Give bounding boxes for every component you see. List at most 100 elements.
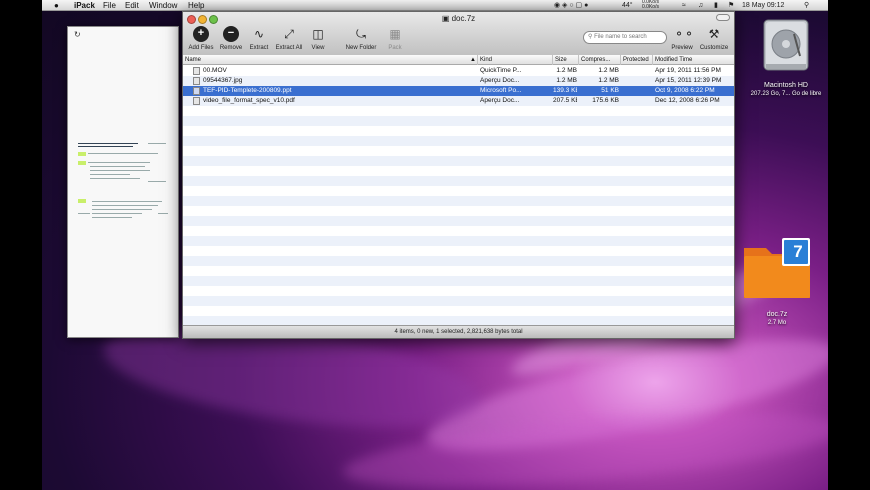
view-button[interactable]: ◫ View	[300, 26, 336, 51]
empty-row	[183, 136, 734, 146]
pack-icon: ▦	[389, 27, 401, 41]
battery-icon[interactable]: ▮	[714, 1, 718, 10]
search-input[interactable]: ⚲ File name to search	[583, 31, 667, 44]
empty-row	[183, 186, 734, 196]
header-kind[interactable]: Kind	[478, 55, 553, 65]
cell-size: 1.2 MB	[556, 77, 577, 84]
cell-size: 139.3 KB	[553, 87, 577, 94]
empty-row	[183, 286, 734, 296]
cell-name: video_file_format_spec_v10.pdf	[203, 97, 295, 104]
file-icon	[193, 77, 200, 85]
toolbar-toggle-button[interactable]	[716, 14, 730, 21]
reload-icon[interactable]: ↻	[74, 30, 81, 39]
menu-app[interactable]: iPack	[74, 1, 95, 10]
hard-drive-icon[interactable]	[760, 10, 812, 80]
add-icon: +	[193, 26, 209, 42]
header-size[interactable]: Size	[553, 55, 579, 65]
menu-file[interactable]: File	[103, 1, 116, 10]
cell-size: 1.2 MB	[556, 67, 577, 74]
cell-compressed: 1.2 MB	[598, 77, 619, 84]
tools-icon: ⚒	[708, 27, 720, 41]
file-icon	[193, 97, 200, 105]
header-modified[interactable]: Modified Time	[653, 55, 734, 65]
customize-button[interactable]: ⚒ Customize	[696, 26, 732, 51]
apple-menu-icon[interactable]: ●	[54, 1, 59, 10]
empty-row	[183, 246, 734, 256]
empty-row	[183, 126, 734, 136]
desktop: ● iPack File Edit Window Help ◉ ◈ ○ ▢ ● …	[42, 0, 828, 490]
cell-modified: Dec 12, 2008 6:26 PM	[655, 97, 720, 104]
archive-badge: 7	[793, 242, 803, 261]
menu-window[interactable]: Window	[149, 1, 177, 10]
clock[interactable]: 18 May 09:12	[742, 1, 784, 10]
file-icon	[193, 87, 200, 95]
cell-modified: Oct 9, 2008 6:22 PM	[655, 87, 715, 94]
cell-kind: Aperçu Doc...	[480, 77, 520, 84]
wifi-icon[interactable]: ≈	[682, 1, 686, 10]
archive-window: ▣ doc.7z + Add Files − Remove ∿ Extract …	[182, 11, 735, 339]
spotlight-icon[interactable]: ⚲	[804, 1, 809, 10]
extract-all-icon: ⤢	[284, 27, 294, 41]
temperature[interactable]: 44°	[622, 1, 633, 10]
cell-name: TEF-PID-Templete-200809.ppt	[203, 87, 292, 94]
header-name[interactable]: Name	[183, 55, 478, 65]
cell-modified: Apr 19, 2011 11:56 PM	[655, 67, 721, 74]
empty-row	[183, 226, 734, 236]
cell-compressed: 1.2 MB	[598, 67, 619, 74]
menu-help[interactable]: Help	[188, 1, 204, 10]
cell-compressed: 175.6 KB	[592, 97, 619, 104]
empty-row	[183, 256, 734, 266]
remove-icon: −	[223, 26, 239, 42]
archive-label[interactable]: doc.7z 2.7 Mo	[747, 311, 807, 327]
menu-bar: ● iPack File Edit Window Help ◉ ◈ ○ ▢ ● …	[42, 0, 828, 11]
header-protected[interactable]: Protected	[621, 55, 653, 65]
pack-button[interactable]: ▦ Pack	[377, 26, 413, 51]
cell-name: 00.MOV	[203, 67, 227, 74]
empty-row	[183, 306, 734, 316]
table-row[interactable]: TEF-PID-Templete-200809.ppt Microsoft Po.…	[183, 86, 734, 96]
new-folder-icon: ⤿	[356, 27, 366, 41]
empty-row	[183, 206, 734, 216]
table-row[interactable]: 09544367.jpg Aperçu Doc... 1.2 MB 1.2 MB Apr…	[183, 76, 734, 86]
empty-row	[183, 276, 734, 286]
empty-row	[183, 156, 734, 166]
column-headers: Name ▲ Kind Size Compres... Protected Mo…	[183, 55, 734, 65]
search-icon: ⚲	[588, 34, 593, 40]
cell-modified: Apr 15, 2011 12:39 PM	[655, 77, 722, 84]
header-compressed[interactable]: Compres...	[579, 55, 621, 65]
view-icon: ◫	[312, 27, 324, 41]
file-icon	[193, 67, 200, 75]
cell-kind: Microsoft Po...	[480, 87, 522, 94]
file-list: 00.MOV QuickTime P... 1.2 MB 1.2 MB Apr 19, …	[183, 66, 734, 325]
document-thumbnail	[78, 141, 170, 231]
volume-icon[interactable]: ♫	[698, 1, 703, 10]
empty-row	[183, 316, 734, 325]
menu-edit[interactable]: Edit	[125, 1, 139, 10]
cell-compressed: 51 KB	[601, 87, 619, 94]
window-title: ▣ doc.7z	[441, 14, 476, 23]
archive-file-icon: ▣	[441, 14, 450, 23]
empty-row	[183, 216, 734, 226]
flag-icon[interactable]: ⚑	[728, 1, 734, 10]
empty-row	[183, 266, 734, 276]
extract-icon: ∿	[253, 27, 265, 41]
empty-row	[183, 106, 734, 116]
table-row[interactable]: video_file_format_spec_v10.pdf Aperçu Doc…	[183, 96, 734, 106]
empty-row	[183, 236, 734, 246]
empty-row	[183, 196, 734, 206]
empty-row	[183, 166, 734, 176]
empty-row	[183, 296, 734, 306]
sort-arrow-icon: ▲	[470, 57, 476, 63]
hard-drive-label[interactable]: Macintosh HD 207.23 Go, 7... Go de libre	[744, 82, 828, 98]
cell-size: 207.5 KB	[553, 97, 577, 104]
status-icons[interactable]: ◉ ◈ ○ ▢ ●	[554, 1, 588, 10]
window-toolbar: ▣ doc.7z + Add Files − Remove ∿ Extract …	[183, 12, 734, 60]
net-down: 0.0Ko/s	[642, 4, 659, 10]
table-row[interactable]: 00.MOV QuickTime P... 1.2 MB 1.2 MB Apr 19, …	[183, 66, 734, 76]
empty-row	[183, 146, 734, 156]
cell-kind: QuickTime P...	[480, 67, 522, 74]
preview-button[interactable]: ⚬⚬ Preview	[664, 26, 700, 51]
cell-name: 09544367.jpg	[203, 77, 243, 84]
preview-window: ↻	[67, 26, 179, 338]
cell-kind: Aperçu Doc...	[480, 97, 520, 104]
